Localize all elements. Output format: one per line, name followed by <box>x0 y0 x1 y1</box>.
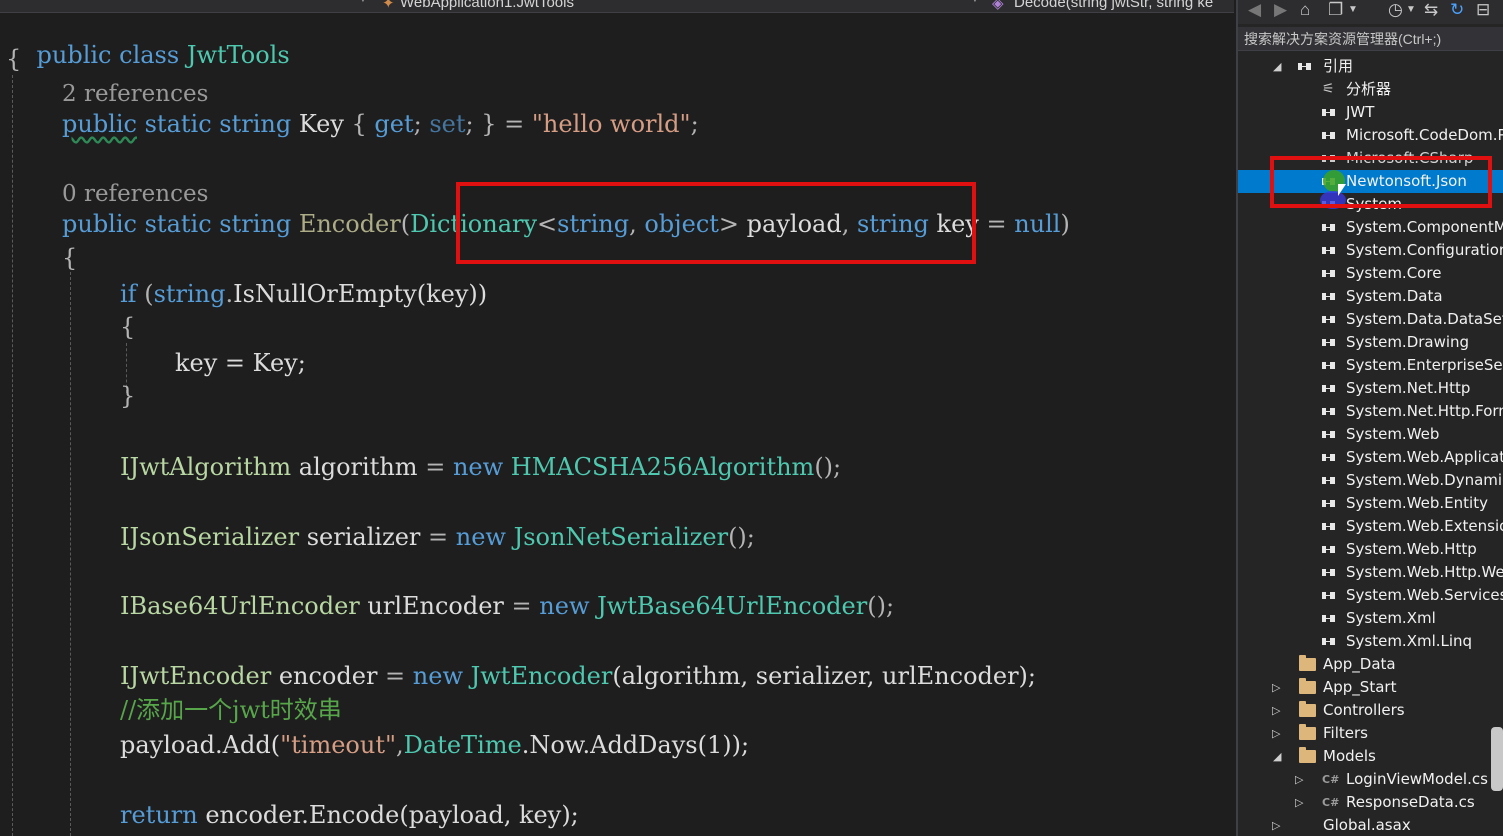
method-icon: ◈ <box>992 0 1004 12</box>
nav-member-dropdown[interactable]: Decode(string jwtStr, string ke <box>1014 0 1213 11</box>
folder-open-icon <box>1299 747 1316 763</box>
csharp-file-icon: C# <box>1322 796 1340 809</box>
codelens-references[interactable]: 0 references <box>62 179 208 209</box>
code-line-jwt-encoder: IJwtEncoder encoder = new JwtEncoder(alg… <box>120 662 1036 690</box>
expand-arrow-icon[interactable]: ▷ <box>1272 676 1280 699</box>
reference-icon <box>1322 431 1335 438</box>
indent-guide <box>12 75 13 836</box>
reference-icon <box>1322 477 1335 484</box>
annotation-highlight-box <box>1270 156 1492 208</box>
tree-node-references[interactable]: ◢ 引用 <box>1238 55 1503 78</box>
scrollbar-thumb[interactable] <box>1491 727 1503 791</box>
nav-type-dropdown[interactable]: WebApplication1.JwtTools <box>400 0 574 11</box>
tree-node-reference[interactable]: System.EnterpriseServ <box>1238 354 1503 377</box>
reference-icon <box>1322 500 1335 507</box>
reference-icon <box>1322 592 1335 599</box>
tree-node-reference[interactable]: System.Xml.Linq <box>1238 630 1503 653</box>
code-comment: //添加一个jwt时效串 <box>120 696 342 724</box>
folder-icon <box>1299 724 1316 740</box>
solution-tree: ◢ 引用 ⚟ 分析器 JWT Microsoft.CodeDom.P Micro… <box>1238 0 1503 836</box>
reference-icon <box>1322 224 1335 231</box>
tree-node-reference[interactable]: System.Web.Extensio <box>1238 515 1503 538</box>
reference-icon <box>1322 408 1335 415</box>
dropdown-arrow-icon[interactable]: ▼ <box>970 0 980 5</box>
reference-icon <box>1322 316 1335 323</box>
tree-node-folder-app-start[interactable]: ▷ App_Start <box>1238 676 1503 699</box>
tree-node-reference[interactable]: System.Xml <box>1238 607 1503 630</box>
references-icon <box>1298 63 1311 70</box>
tree-node-reference[interactable]: System.Configuration <box>1238 239 1503 262</box>
reference-icon <box>1322 385 1335 392</box>
tree-node-reference[interactable]: System.ComponentM <box>1238 216 1503 239</box>
tree-node-cs-file[interactable]: ▷ C# ResponseData.cs <box>1238 791 1503 814</box>
collapse-arrow-icon[interactable]: ◢ <box>1273 55 1281 78</box>
tree-node-reference[interactable]: System.Web.Entity <box>1238 492 1503 515</box>
expand-arrow-icon[interactable]: ▷ <box>1272 722 1280 745</box>
folder-icon <box>1299 678 1316 694</box>
tree-node-reference[interactable]: System.Net.Http.Form <box>1238 400 1503 423</box>
expand-arrow-icon[interactable]: ▷ <box>1295 791 1303 814</box>
tree-node-analyzers[interactable]: ⚟ 分析器 <box>1238 78 1503 101</box>
code-line-payload-add: payload.Add("timeout",DateTime.Now.AddDa… <box>120 731 750 759</box>
tree-node-folder-app-data[interactable]: App_Data <box>1238 653 1503 676</box>
code-line-brace: { <box>120 313 136 341</box>
folder-icon <box>1299 655 1316 671</box>
tree-node-folder-models[interactable]: ◢ Models <box>1238 745 1503 768</box>
expand-arrow-icon[interactable]: ▷ <box>1295 768 1303 791</box>
reference-icon <box>1322 362 1335 369</box>
code-line-url-encoder: IBase64UrlEncoder urlEncoder = new JwtBa… <box>120 592 895 620</box>
reference-icon <box>1322 454 1335 461</box>
tree-node-reference[interactable]: System.Web <box>1238 423 1503 446</box>
tree-node-reference[interactable]: System.Net.Http <box>1238 377 1503 400</box>
tree-node-reference[interactable]: JWT <box>1238 101 1503 124</box>
code-line-brace: { <box>62 244 78 272</box>
code-line-if: if (string.IsNullOrEmpty(key)) <box>120 280 488 308</box>
tree-node-reference[interactable]: System.Drawing <box>1238 331 1503 354</box>
class-icon: ✦ <box>382 0 395 12</box>
expand-arrow-icon[interactable]: ▷ <box>1272 699 1280 722</box>
tree-node-reference[interactable]: System.Web.Services <box>1238 584 1503 607</box>
tree-node-reference[interactable]: System.Data <box>1238 285 1503 308</box>
reference-icon <box>1322 638 1335 645</box>
tree-node-reference[interactable]: System.Web.Http <box>1238 538 1503 561</box>
reference-icon <box>1322 569 1335 576</box>
tree-node-reference[interactable]: System.Core <box>1238 262 1503 285</box>
code-editor[interactable]: ▼ ✦ WebApplication1.JwtTools ▼ ◈ Decode(… <box>0 0 1234 836</box>
mouse-pointer-icon <box>1338 184 1346 196</box>
reference-icon <box>1322 109 1335 116</box>
code-line-return: return encoder.Encode(payload, key); <box>120 801 579 829</box>
tree-node-cs-file[interactable]: ▷ C# LoginViewModel.cs <box>1238 768 1503 791</box>
codelens-references[interactable]: 2 references <box>62 79 208 109</box>
reference-icon <box>1322 523 1335 530</box>
code-line-brace: { <box>6 45 22 73</box>
annotation-highlight-box <box>456 182 976 264</box>
reference-icon <box>1322 546 1335 553</box>
dropdown-arrow-icon[interactable]: ▼ <box>358 0 368 5</box>
tree-node-reference[interactable]: System.Web.Dynamic <box>1238 469 1503 492</box>
tree-node-file[interactable]: ▷ Global.asax <box>1238 814 1503 836</box>
tree-node-folder-controllers[interactable]: ▷ Controllers <box>1238 699 1503 722</box>
reference-icon <box>1322 132 1335 139</box>
tree-node-reference[interactable]: System.Data.DataSetE <box>1238 308 1503 331</box>
code-line-brace: } <box>120 382 136 410</box>
expand-arrow-icon[interactable]: ▷ <box>1272 814 1280 836</box>
code-line-serializer: IJsonSerializer serializer = new JsonNet… <box>120 523 755 551</box>
csharp-file-icon: C# <box>1322 773 1340 786</box>
reference-icon <box>1322 293 1335 300</box>
indent-guide <box>70 272 71 836</box>
analyzer-icon: ⚟ <box>1322 81 1335 97</box>
tree-node-reference[interactable]: System.Web.Http.We <box>1238 561 1503 584</box>
code-line-assign: key = Key; <box>175 349 306 377</box>
code-line-algorithm: IJwtAlgorithm algorithm = new HMACSHA256… <box>120 453 842 481</box>
reference-icon <box>1322 615 1335 622</box>
reference-icon <box>1322 247 1335 254</box>
code-line-key-property: public static string Key { get; set; } =… <box>62 110 699 138</box>
folder-icon <box>1299 701 1316 717</box>
tree-node-folder-filters[interactable]: ▷ Filters <box>1238 722 1503 745</box>
tree-node-reference[interactable]: Microsoft.CodeDom.P <box>1238 124 1503 147</box>
collapse-arrow-icon[interactable]: ◢ <box>1273 745 1281 768</box>
tree-node-reference[interactable]: System.Web.Applicati <box>1238 446 1503 469</box>
reference-icon <box>1322 270 1335 277</box>
reference-icon <box>1322 339 1335 346</box>
